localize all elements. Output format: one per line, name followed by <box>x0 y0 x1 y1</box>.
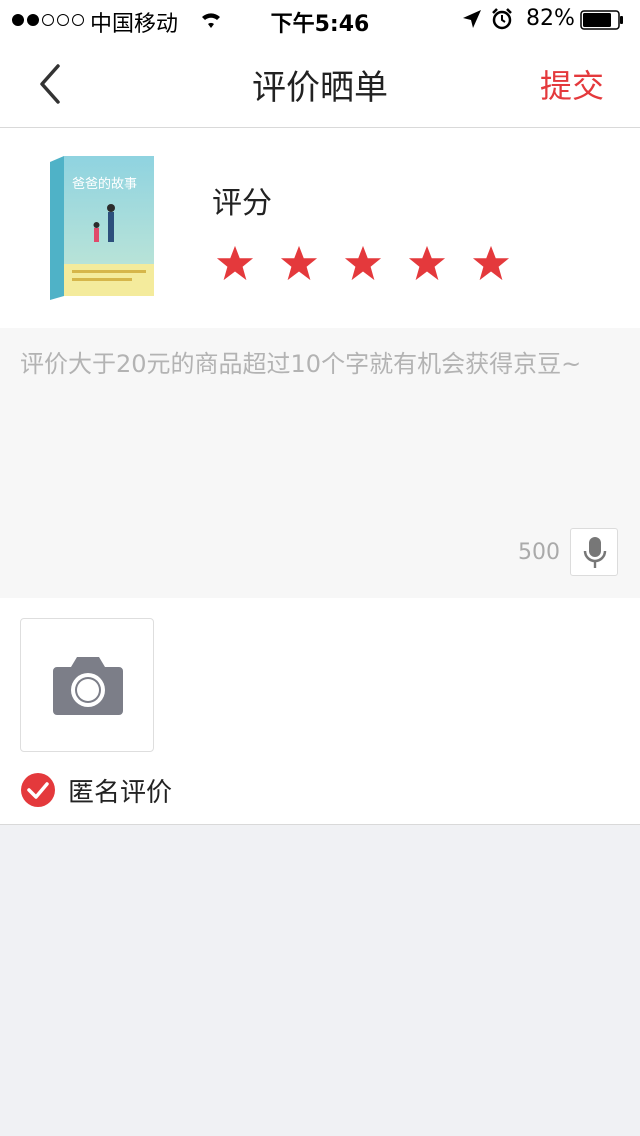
battery-percentage: 82% <box>526 6 575 31</box>
review-section: 评价大于20元的商品超过10个字就有机会获得京豆~ 500 <box>0 328 640 598</box>
microphone-icon <box>583 537 607 568</box>
battery-icon <box>580 10 623 30</box>
review-textarea[interactable]: 评价大于20元的商品超过10个字就有机会获得京豆~ <box>20 344 620 534</box>
product-image[interactable]: 爸爸的故事 <box>44 154 156 300</box>
alarm-icon <box>492 8 512 30</box>
star-icon[interactable] <box>280 244 318 282</box>
anonymous-label: 匿名评价 <box>68 778 173 808</box>
photo-section: 匿名评价 <box>0 598 640 825</box>
char-limit-counter: 500 <box>518 540 560 565</box>
star-icon[interactable] <box>472 244 510 282</box>
submit-button[interactable]: 提交 <box>540 61 604 107</box>
status-bar: 中国移动 下午5:46 82% <box>0 0 640 40</box>
check-circle-icon[interactable] <box>20 772 56 808</box>
rating-stars <box>216 244 510 282</box>
svg-text:爸爸的故事: 爸爸的故事 <box>72 176 137 192</box>
nav-bar: 评价晒单 提交 <box>0 40 640 128</box>
star-icon[interactable] <box>344 244 382 282</box>
location-arrow-icon <box>463 10 481 28</box>
voice-input-button[interactable] <box>570 528 618 576</box>
star-icon[interactable] <box>408 244 446 282</box>
add-photo-button[interactable] <box>20 618 154 752</box>
star-icon[interactable] <box>216 244 254 282</box>
rating-label: 评分 <box>212 186 272 221</box>
product-rating-section: 爸爸的故事 评分 <box>0 128 640 328</box>
camera-icon <box>53 657 123 715</box>
